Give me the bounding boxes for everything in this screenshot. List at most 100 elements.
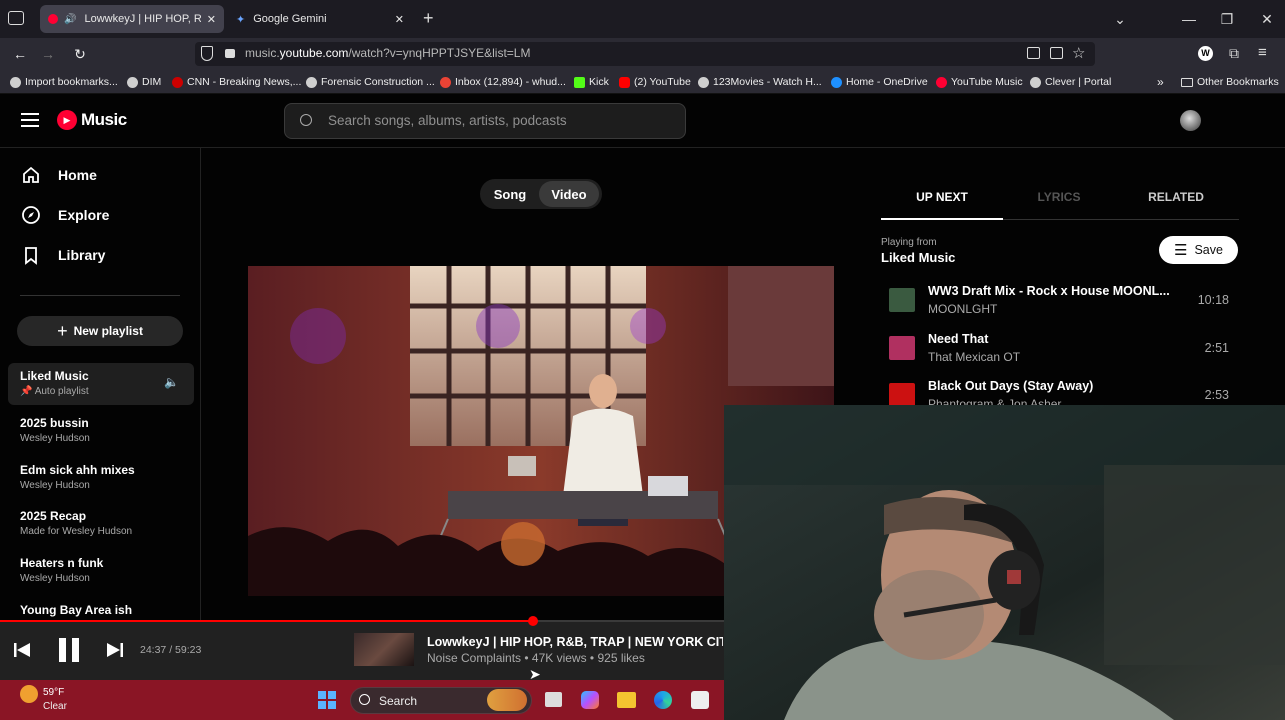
restore-button[interactable]: ❐ [1209,0,1245,38]
new-tab-button[interactable]: + [423,8,434,29]
store-icon[interactable] [691,691,709,709]
playing-from-title: Liked Music [881,250,956,265]
plus-icon: + [57,320,68,341]
sidebar-playlist[interactable]: 2025 bussin Wesley Hudson [20,416,190,444]
new-playlist-button[interactable]: + New playlist [17,316,183,346]
player-title[interactable]: LowwkeyJ | HIP HOP, R&B, TRAP | NEW YORK… [427,635,723,649]
tab-active-indicator [881,218,1003,220]
tab-google-gemini[interactable]: ✦ Google Gemini ✕ [228,5,412,33]
save-queue-button[interactable]: ☰ Save [1159,236,1238,264]
ytm-logo[interactable]: ▶ Music [57,110,127,130]
video-toggle[interactable]: Video [539,181,599,207]
bookmark-star-icon[interactable]: ☆ [1072,44,1085,62]
save-page-icon[interactable] [1050,47,1063,59]
youtube-icon [619,76,630,88]
weather-icon[interactable] [20,685,38,703]
windows-start-icon[interactable] [318,691,336,709]
bookmark-item[interactable]: CNN - Breaking News,... [172,73,301,91]
weather-temp[interactable]: 59°F [43,687,64,698]
tab-related[interactable]: RELATED [1115,190,1237,204]
explore-icon [20,204,42,226]
sidebar-playlist[interactable]: Heaters n funk Wesley Hudson [20,556,190,584]
queue-item[interactable]: Need That That Mexican OT 2:51 [881,327,1239,371]
sidebar-item-home[interactable]: Home [20,163,97,187]
edge-icon[interactable] [654,691,672,709]
sidebar-item-library[interactable]: Library [20,243,105,267]
onedrive-icon [831,76,842,88]
close-tab-icon[interactable]: ✕ [207,13,216,26]
bookmark-item[interactable]: YouTube Music [936,73,1023,91]
skip-next-icon [107,643,123,657]
bookmark-item[interactable]: Kick [574,73,609,91]
bookmark-item[interactable]: Clever | Portal [1030,73,1111,91]
ytm-logo-icon: ▶ [57,110,77,130]
playing-from-label: Playing from [881,237,937,248]
song-toggle[interactable]: Song [484,181,536,207]
tab-lyrics[interactable]: LYRICS [998,190,1120,204]
lock-icon[interactable] [225,49,235,58]
picture-in-picture-icon[interactable] [1027,47,1040,59]
reload-icon[interactable]: ↻ [68,44,92,64]
close-tab-icon[interactable]: ✕ [395,13,404,26]
sidebar-playlist[interactable]: Young Bay Area ish [20,603,190,617]
extensions-icon[interactable]: ⧉ [1229,45,1239,62]
queue-thumbnail [889,336,915,360]
bookmark-item[interactable]: DIM [127,73,161,91]
now-playing-speaker-icon[interactable]: 🔈 [164,375,179,389]
tab-label: Google Gemini [253,13,327,25]
queue-thumbnail [889,288,915,312]
shield-icon[interactable] [201,46,213,61]
tab-up-next[interactable]: UP NEXT [881,190,1003,204]
sidebar-playlist[interactable]: 2025 Recap Made for Wesley Hudson [20,509,190,537]
next-button[interactable] [106,641,124,659]
file-explorer-icon[interactable] [617,692,636,708]
back-arrow-icon[interactable]: ← [8,44,32,64]
bookmark-item[interactable]: 123Movies - Watch H... [698,73,822,91]
youtube-music-icon [936,76,947,88]
minimize-button[interactable]: — [1171,0,1207,38]
queue-item[interactable]: Black Out Days (Stay Away) Phantogram & … [881,374,1239,405]
import-icon [10,76,21,88]
search-input[interactable]: Search songs, albums, artists, podcasts [328,113,567,128]
tab-overflow-chevron-icon[interactable]: ⌄ [1102,0,1138,38]
menu-icon[interactable]: ≡ [1258,44,1267,61]
pause-button[interactable] [57,636,81,664]
url-text: music.youtube.com/watch?v=ynqHPPTJSYE&li… [245,46,531,60]
avatar[interactable] [1180,110,1201,131]
player-thumbnail[interactable] [354,633,414,666]
queue-thumbnail [889,383,915,405]
weather-condition: Clear [43,701,67,712]
bookmark-item[interactable]: Home - OneDrive [831,73,928,91]
pause-icon [59,638,79,662]
globe-icon [1030,76,1041,88]
search-highlight-icon [487,689,527,711]
copilot-icon[interactable] [581,691,599,709]
tab-youtube-music[interactable]: 🔊 LowwkeyJ | HIP HOP, R&B, ✕ [40,5,224,33]
close-window-button[interactable]: ✕ [1249,0,1285,38]
speaker-icon[interactable]: 🔊 [64,14,76,25]
bookmark-item[interactable]: Import bookmarks... [10,73,118,91]
home-icon [20,164,42,186]
bookmark-item[interactable]: Forensic Construction ... [306,73,435,91]
task-view-icon[interactable] [545,692,562,707]
search-icon [359,694,370,705]
gmail-icon [440,76,451,88]
playlist-add-icon: ☰ [1174,242,1188,259]
library-icon [20,244,42,266]
bookmark-item[interactable]: Inbox (12,894) - whud... [440,73,566,91]
account-w-icon[interactable]: W [1198,46,1213,61]
tab-list-icon[interactable] [8,11,24,25]
other-bookmarks[interactable]: Other Bookmarks [1181,73,1279,91]
bookmarks-overflow-icon[interactable]: » [1157,73,1164,91]
queue-item[interactable]: WW3 Draft Mix - Rock x House MOONL... MO… [881,279,1239,323]
hamburger-menu-icon[interactable] [21,113,39,127]
skip-previous-icon [14,643,30,657]
previous-button[interactable] [13,641,31,659]
sidebar-playlist[interactable]: Edm sick ahh mixes Wesley Hudson [20,463,190,491]
bookmark-item[interactable]: (2) YouTube [619,73,691,91]
progress-knob[interactable] [527,616,538,626]
sidebar-item-explore[interactable]: Explore [20,203,109,227]
forward-arrow-icon[interactable]: → [36,44,60,64]
search-icon[interactable] [300,114,312,126]
folder-icon [1181,77,1193,87]
